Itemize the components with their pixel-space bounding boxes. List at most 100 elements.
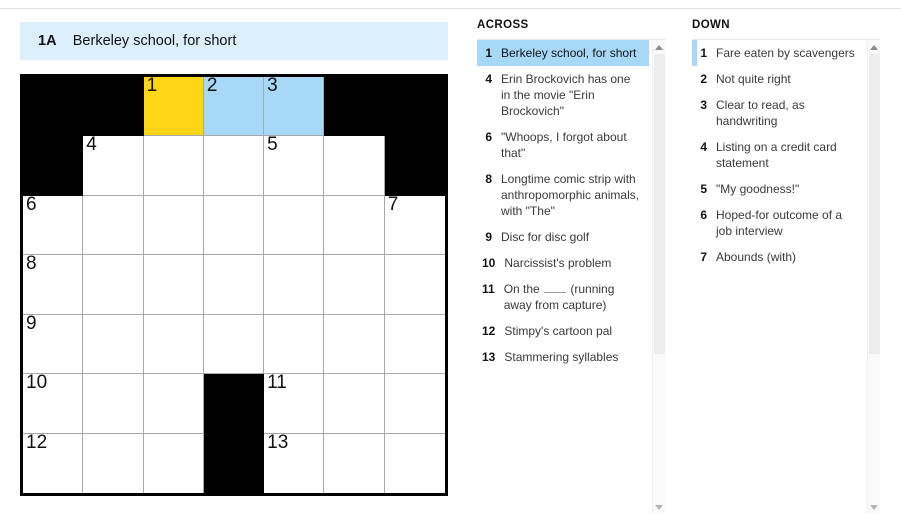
grid-cell[interactable]: 7 — [384, 194, 445, 256]
grid-cell[interactable]: 11 — [264, 372, 325, 434]
across-scrollbar-thumb[interactable] — [654, 54, 665, 354]
clue-item[interactable]: 10 Narcissist's problem — [477, 250, 649, 276]
clue-number: 7 — [700, 250, 707, 264]
grid-cell-number: 8 — [26, 253, 37, 275]
grid-cell-number: 10 — [26, 372, 48, 394]
down-scrollbar-thumb[interactable] — [869, 54, 880, 354]
grid-cell[interactable] — [384, 255, 445, 315]
grid-cell[interactable]: 2 — [203, 75, 265, 137]
clue-text: "My goodness!" — [716, 182, 800, 196]
down-scroll-down-arrow-icon[interactable] — [868, 500, 880, 513]
grid-cell[interactable]: 12 — [23, 431, 84, 493]
clue-item[interactable]: 6 Hoped-for outcome of a job interview — [692, 202, 864, 244]
clue-text: Abounds (with) — [716, 250, 797, 264]
grid-cell[interactable] — [324, 255, 385, 315]
grid-cell[interactable] — [384, 374, 445, 434]
down-clue-scroll-area[interactable]: 1 Fare eaten by scavengers 2 Not quite righ… — [692, 40, 880, 513]
grid-cell[interactable] — [143, 195, 204, 256]
clue-item[interactable]: 3 Clear to read, as handwriting — [692, 92, 864, 134]
grid-cell[interactable] — [83, 255, 144, 315]
clue-item[interactable]: 4 Erin Brockovich has one in the movie "E… — [477, 66, 649, 124]
grid-cell[interactable] — [83, 314, 144, 375]
clue-item[interactable]: 7 Abounds (with) — [692, 244, 864, 270]
grid-cell[interactable] — [83, 195, 144, 256]
grid-cell[interactable] — [143, 314, 204, 375]
grid-cell[interactable]: 3 — [264, 75, 325, 137]
grid-cell[interactable] — [203, 195, 265, 256]
crossword-grid[interactable]: 1 2 3 4 5 6 7 8 9 10 11 12 13 — [23, 75, 445, 493]
clue-item[interactable]: 13 Stammering syllables — [477, 344, 649, 370]
grid-cell[interactable] — [83, 374, 144, 434]
grid-cell[interactable] — [264, 195, 325, 256]
clue-number: 3 — [700, 98, 707, 112]
clue-item[interactable]: 2 Not quite right — [692, 66, 864, 92]
clue-number: 13 — [482, 350, 496, 364]
grid-cell[interactable]: 8 — [23, 253, 84, 315]
grid-cell[interactable] — [384, 314, 445, 375]
clue-number: 12 — [482, 324, 496, 338]
down-clue-panel: DOWN 1 Fare eaten by scavengers 2 Not quite… — [692, 18, 880, 513]
current-clue-bar[interactable]: 1A Berkeley school, for short — [20, 22, 448, 60]
down-clue-list[interactable]: 1 Fare eaten by scavengers 2 Not quite righ… — [692, 40, 864, 270]
grid-block-cell — [203, 374, 265, 434]
clue-text: Stammering syllables — [504, 350, 619, 364]
across-scroll-up-arrow-icon[interactable] — [653, 40, 665, 54]
clue-item[interactable]: 9 Disc for disc golf — [477, 224, 649, 250]
clue-item[interactable]: 11 On the (running away from capture) — [477, 276, 649, 318]
grid-cell[interactable] — [83, 433, 144, 493]
grid-cell[interactable] — [324, 314, 385, 375]
across-scroll-down-arrow-icon[interactable] — [653, 500, 665, 513]
clue-number: 10 — [482, 256, 496, 270]
across-clue-list[interactable]: 1 Berkeley school, for short 4 Erin Brockov… — [477, 40, 649, 370]
grid-cell[interactable]: 10 — [23, 372, 84, 434]
clue-blank-fill — [544, 282, 567, 293]
across-clue-scroll-area[interactable]: 1 Berkeley school, for short 4 Erin Brockov… — [477, 40, 665, 513]
grid-cell[interactable] — [143, 374, 204, 434]
grid-cell[interactable] — [324, 433, 385, 493]
clue-item[interactable]: 1 Fare eaten by scavengers — [692, 40, 864, 66]
grid-cell[interactable] — [324, 136, 385, 196]
clue-text: Stimpy's cartoon pal — [504, 324, 613, 338]
grid-cell[interactable]: 13 — [264, 431, 325, 493]
clue-item[interactable]: 8 Longtime comic strip with anthropomorph… — [477, 166, 649, 224]
grid-cell[interactable] — [203, 255, 265, 315]
grid-cell[interactable] — [264, 314, 325, 375]
down-panel-title: DOWN — [692, 19, 731, 31]
grid-cell[interactable]: 5 — [264, 134, 325, 196]
grid-cell-number: 12 — [26, 431, 48, 453]
clue-item[interactable]: 12 Stimpy's cartoon pal — [477, 318, 649, 344]
down-scrollbar[interactable] — [867, 40, 880, 513]
clue-number: 6 — [485, 130, 492, 144]
grid-cell[interactable]: 4 — [83, 134, 144, 196]
across-scrollbar[interactable] — [652, 40, 665, 513]
crossword-grid-container[interactable]: 1 2 3 4 5 6 7 8 9 10 11 12 13 — [20, 74, 448, 496]
grid-cell-number: 11 — [267, 372, 287, 394]
grid-block-cell — [324, 77, 385, 137]
grid-cell[interactable] — [143, 255, 204, 315]
grid-cell[interactable] — [264, 255, 325, 315]
clue-number: 8 — [485, 172, 492, 186]
grid-block-cell — [23, 136, 84, 196]
grid-cell[interactable] — [143, 433, 204, 493]
grid-cell-number: 1 — [146, 75, 158, 96]
grid-cell[interactable] — [203, 136, 265, 196]
clue-number: 11 — [482, 282, 495, 296]
grid-cell[interactable] — [384, 433, 445, 493]
clue-text: On the (running away from capture) — [503, 282, 615, 312]
grid-cell[interactable] — [203, 314, 265, 375]
clue-item[interactable]: 4 Listing on a credit card statement — [692, 134, 864, 176]
grid-cell[interactable]: 9 — [23, 313, 84, 375]
grid-cell[interactable]: 6 — [23, 194, 84, 256]
grid-cell-number: 13 — [267, 431, 289, 453]
clue-item[interactable]: 6 "Whoops, I forgot about that" — [477, 124, 649, 166]
grid-cell[interactable] — [324, 374, 385, 434]
clue-item[interactable]: 1 Berkeley school, for short — [477, 40, 649, 66]
grid-cell[interactable]: 1 — [143, 75, 204, 137]
down-scroll-up-arrow-icon[interactable] — [868, 40, 880, 54]
grid-block-cell — [83, 77, 144, 137]
clue-item[interactable]: 5 "My goodness!" — [692, 176, 864, 202]
grid-cell[interactable] — [324, 195, 385, 256]
clue-text: Fare eaten by scavengers — [716, 46, 855, 60]
clue-text: Listing on a credit card statement — [716, 140, 837, 170]
grid-cell[interactable] — [143, 136, 204, 196]
